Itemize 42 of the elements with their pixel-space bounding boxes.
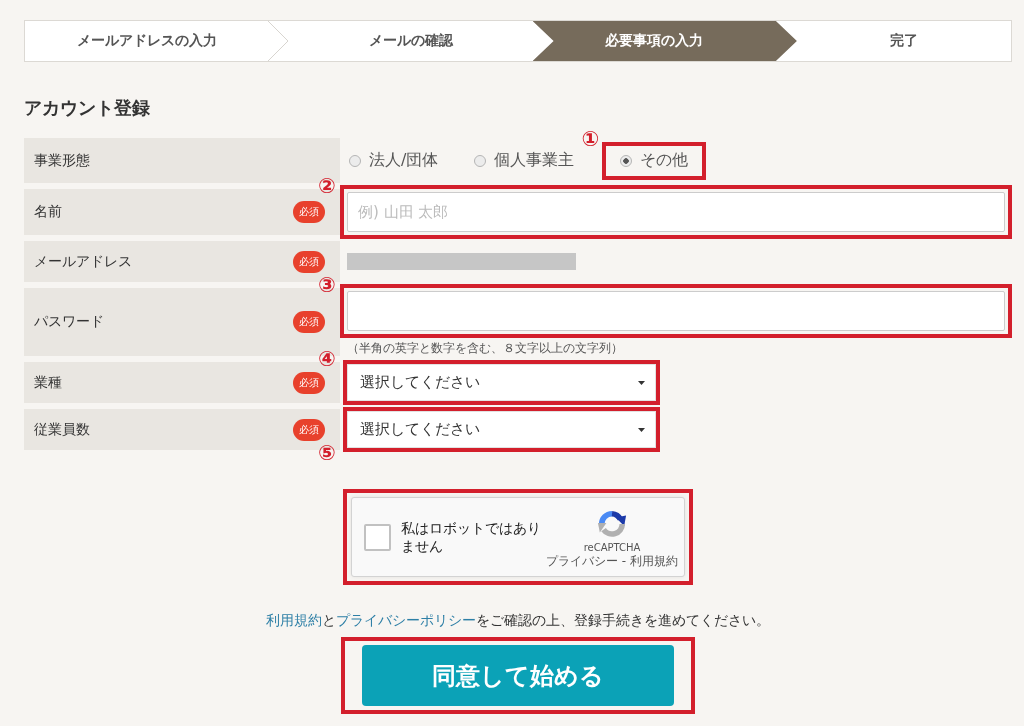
radio-label[interactable]: 法人/団体 (369, 150, 439, 171)
radio-button[interactable] (349, 154, 361, 167)
step-item: メールの確認 (367, 31, 454, 50)
name-field[interactable]: 例) 山田 太郎 (347, 192, 1005, 232)
dropdown[interactable]: 選択してください (347, 364, 656, 401)
step-item: 必要事項の入力 (532, 21, 797, 61)
field-label: パスワード (34, 313, 104, 331)
annotation-number: ⑤ (317, 442, 337, 464)
radio-button[interactable] (620, 154, 633, 167)
captcha-label: 私はロボットではありません (401, 519, 542, 555)
caret-icon (638, 427, 645, 432)
notice-link[interactable]: 利用規約 (266, 612, 322, 628)
required-badge: 必須 (293, 311, 325, 333)
field-label: 名前 (34, 203, 62, 221)
step-item: 完了 (888, 31, 919, 50)
field-label: 事業形態 (34, 151, 90, 170)
circular-arrows-icon (597, 509, 627, 539)
field-label: 従業員数 (34, 420, 90, 439)
notice-link[interactable]: プライバシーポリシー (336, 612, 476, 628)
annotation-number: ④ (317, 348, 337, 370)
annotation-number: ② (317, 175, 337, 197)
required-badge: 必須 (293, 418, 325, 441)
checkbox[interactable] (364, 523, 391, 551)
radio-button[interactable] (474, 154, 487, 167)
captcha-links[interactable]: プライバシー - 利用規約 (546, 554, 678, 569)
password-field[interactable] (347, 291, 1005, 331)
page-heading: アカウント登録 (24, 96, 151, 120)
caret-icon (638, 380, 645, 385)
field-label: メールアドレス (34, 252, 132, 271)
password-hint: （半角の英字と数字を含む、８文字以上の文字列） (346, 340, 624, 356)
annotation-number: ① (580, 127, 601, 150)
dropdown[interactable]: 選択してください (347, 411, 656, 448)
radio-label[interactable]: 個人事業主 (494, 150, 575, 171)
step-item: メールアドレスの入力 (75, 31, 218, 50)
required-badge: 必須 (293, 250, 325, 273)
captcha-brand: reCAPTCHA (583, 542, 641, 553)
annotation-number: ③ (317, 274, 337, 296)
required-badge: 必須 (293, 371, 325, 394)
consent-notice: 利用規約 と プライバシーポリシーをご確認の上、登録手続きを進めてください。 (265, 611, 771, 630)
required-badge: 必須 (293, 201, 325, 223)
radio-label[interactable]: その他 (640, 150, 689, 171)
field-label: 業種 (34, 373, 62, 392)
